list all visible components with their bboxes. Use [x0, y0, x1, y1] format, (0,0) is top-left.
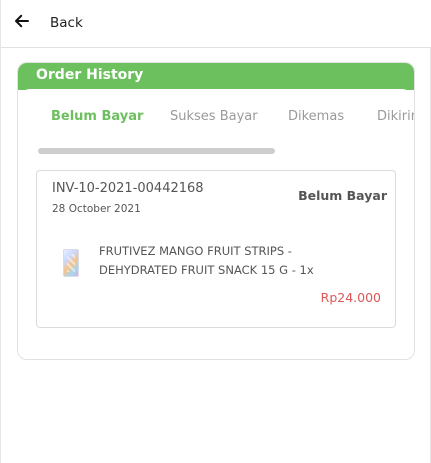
order-price: Rp24.000	[320, 290, 381, 305]
tabs-scrollbar[interactable]	[38, 148, 275, 154]
tab-belum-bayar[interactable]: Belum Bayar	[51, 109, 143, 124]
product-thumbnail	[63, 249, 79, 277]
order-status-tabs: Belum Bayar Sukses Bayar Dikemas Dikirim	[18, 109, 414, 131]
card-header: Order History	[18, 63, 414, 90]
card-body: Belum Bayar Sukses Bayar Dikemas Dikirim…	[18, 89, 414, 359]
back-button[interactable]: Back	[13, 10, 83, 36]
top-bar: Back	[1, 0, 431, 48]
tab-sukses-bayar[interactable]: Sukses Bayar	[170, 109, 258, 124]
order-date: 28 October 2021	[52, 203, 141, 215]
card-title: Order History	[36, 67, 144, 83]
product-name: FRUTIVEZ MANGO FRUIT STRIPS - DEHYDRATED…	[99, 244, 314, 277]
app-frame: Back Order History Belum Bayar Sukses Ba…	[0, 0, 431, 463]
order-history-card: Order History Belum Bayar Sukses Bayar D…	[17, 62, 415, 360]
invoice-number: INV-10-2021-00442168	[52, 181, 204, 196]
order-item[interactable]: INV-10-2021-00442168 28 October 2021 Bel…	[36, 170, 396, 328]
tab-dikemas[interactable]: Dikemas	[288, 109, 344, 124]
tab-dikirim[interactable]: Dikirim	[377, 109, 414, 124]
arrow-left-icon	[13, 12, 31, 34]
back-label: Back	[50, 15, 83, 31]
status-badge: Belum Bayar	[298, 188, 387, 203]
